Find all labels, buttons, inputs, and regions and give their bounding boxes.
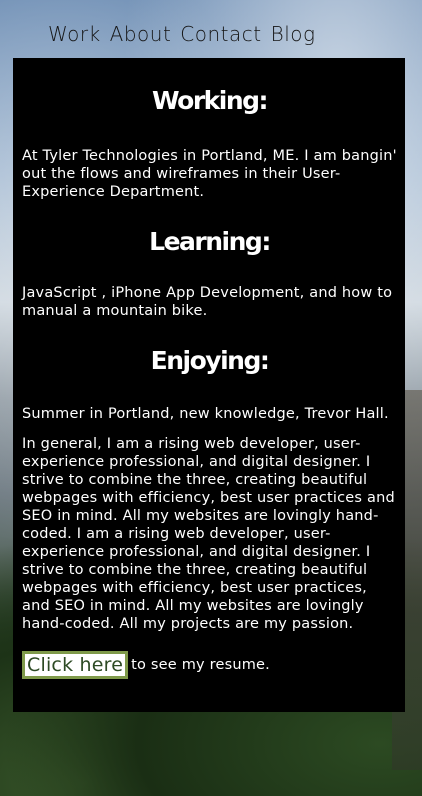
- resume-suffix-text: to see my resume.: [131, 657, 270, 673]
- learning-text: JavaScript , iPhone App Development, and…: [22, 285, 393, 319]
- top-nav: Work About Contact Blog: [48, 22, 316, 46]
- enjoying-heading: Enjoying:: [150, 346, 270, 375]
- nav-link-blog[interactable]: Blog: [271, 22, 316, 46]
- resume-button[interactable]: Click here: [22, 651, 129, 679]
- content-panel: Working: At Tyler Technologies in Portla…: [13, 58, 405, 712]
- bio-paragraph: In general, I am a rising web developer,…: [22, 436, 395, 632]
- nav-link-contact[interactable]: Contact: [180, 22, 261, 46]
- nav-link-work[interactable]: Work: [48, 22, 101, 46]
- working-text: At Tyler Technologies in Portland, ME. I…: [22, 148, 397, 200]
- enjoying-text: Summer in Portland, new knowledge, Trevo…: [22, 406, 389, 422]
- working-heading: Working:: [151, 86, 269, 115]
- learning-heading: Learning:: [149, 227, 271, 256]
- nav-link-about[interactable]: About: [110, 22, 172, 46]
- resume-line: Click here to see my resume.: [22, 651, 397, 679]
